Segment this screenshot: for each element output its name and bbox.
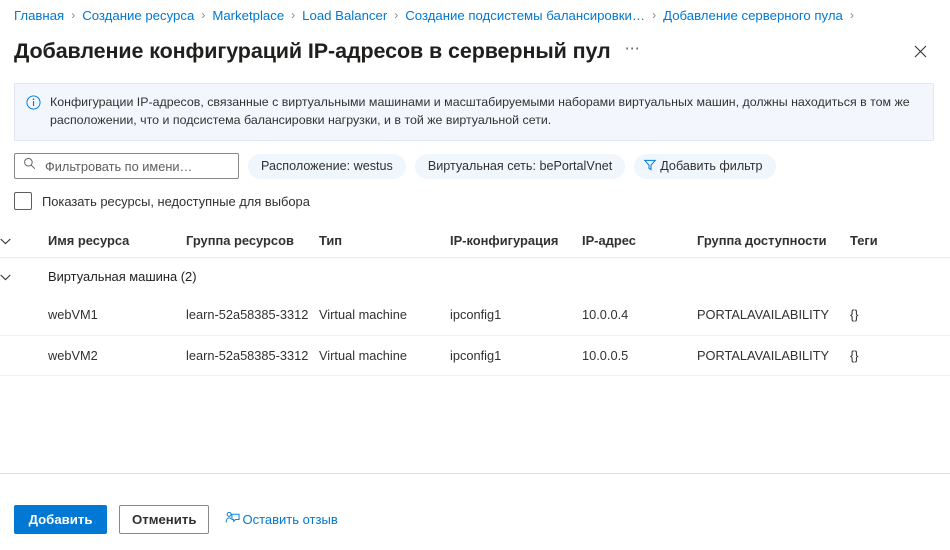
filter-icon bbox=[643, 158, 660, 175]
breadcrumb-separator-icon: › bbox=[291, 8, 296, 22]
group-expand-toggle[interactable] bbox=[0, 258, 48, 296]
search-input[interactable] bbox=[43, 157, 232, 175]
group-label: Виртуальная машина (2) bbox=[48, 269, 197, 284]
resources-table-area: Имя ресурса Группа ресурсов Тип IP-конфи… bbox=[0, 227, 950, 473]
column-header-tags[interactable]: Теги bbox=[850, 227, 950, 258]
row-resource-name: webVM2 bbox=[48, 335, 186, 376]
table-group-row[interactable]: Виртуальная машина (2) bbox=[0, 258, 950, 296]
give-feedback-label: Оставить отзыв bbox=[242, 512, 338, 527]
breadcrumb-item-create-load-balancer[interactable]: Создание подсистемы балансировки… bbox=[405, 7, 645, 24]
info-circle-icon bbox=[26, 94, 41, 129]
row-resource-name: webVM1 bbox=[48, 295, 186, 336]
give-feedback-link[interactable]: Оставить отзыв bbox=[225, 511, 338, 529]
filter-pill-virtual-network[interactable]: Виртуальная сеть: bePortalVnet bbox=[414, 153, 626, 179]
row-ip-address: 10.0.0.4 bbox=[582, 295, 697, 336]
row-availability-set: PORTALAVAILABILITY bbox=[697, 335, 850, 376]
feedback-person-icon bbox=[225, 511, 242, 529]
chevron-down-icon bbox=[0, 274, 11, 281]
breadcrumb-item-load-balancer[interactable]: Load Balancer bbox=[302, 7, 387, 24]
column-header-ip-address[interactable]: IP-адрес bbox=[582, 227, 697, 258]
show-unavailable-label: Показать ресурсы, недоступные для выбора bbox=[42, 193, 310, 209]
table-header: Имя ресурса Группа ресурсов Тип IP-конфи… bbox=[0, 227, 950, 258]
breadcrumb-separator-icon: › bbox=[394, 8, 399, 22]
filter-pill-location[interactable]: Расположение: westus bbox=[248, 153, 406, 179]
table-row[interactable]: webVM2 learn-52a58385-3312 Virtual machi… bbox=[0, 335, 950, 376]
row-type: Virtual machine bbox=[319, 335, 450, 376]
row-checkbox-holder bbox=[0, 347, 48, 364]
filter-bar: Расположение: westus Виртуальная сеть: b… bbox=[0, 141, 950, 179]
ellipsis-icon[interactable]: ⋯ bbox=[622, 39, 643, 64]
row-select-cell[interactable] bbox=[0, 295, 48, 336]
breadcrumb-item-add-backend-pool[interactable]: Добавление серверного пула bbox=[663, 7, 843, 24]
show-unavailable-checkbox[interactable] bbox=[14, 192, 32, 210]
blade-add-ip-configurations: Главная › Создание ресурса › Marketplace… bbox=[0, 0, 950, 550]
row-ip-configuration: ipconfig1 bbox=[450, 335, 582, 376]
info-banner-wrapper: Конфигурации IP-адресов, связанные с вир… bbox=[0, 70, 950, 141]
breadcrumb: Главная › Создание ресурса › Marketplace… bbox=[0, 0, 950, 30]
row-tags: {} bbox=[850, 335, 950, 376]
add-filter-button[interactable]: Добавить фильтр bbox=[634, 153, 776, 179]
column-header-availability-set[interactable]: Группа доступности bbox=[697, 227, 850, 258]
chevron-down-icon bbox=[0, 238, 11, 245]
column-header-resource-group[interactable]: Группа ресурсов bbox=[186, 227, 319, 258]
add-button[interactable]: Добавить bbox=[14, 505, 107, 534]
table-row[interactable]: webVM1 learn-52a58385-3312 Virtual machi… bbox=[0, 295, 950, 336]
breadcrumb-item-create-resource[interactable]: Создание ресурса bbox=[82, 7, 194, 24]
filter-pill-virtual-network-label: Виртуальная сеть: bePortalVnet bbox=[427, 159, 613, 173]
blade-footer: Добавить Отменить Оставить отзыв bbox=[0, 473, 950, 550]
row-checkbox-holder bbox=[0, 306, 48, 323]
row-ip-address: 10.0.0.5 bbox=[582, 335, 697, 376]
breadcrumb-item-home[interactable]: Главная bbox=[14, 7, 64, 24]
info-banner: Конфигурации IP-адресов, связанные с вир… bbox=[14, 83, 934, 141]
row-availability-set: PORTALAVAILABILITY bbox=[697, 295, 850, 336]
search-box[interactable] bbox=[14, 153, 239, 179]
breadcrumb-separator-icon: › bbox=[849, 8, 854, 22]
expand-all-toggle[interactable] bbox=[0, 227, 48, 258]
close-icon[interactable] bbox=[906, 37, 934, 65]
row-resource-group: learn-52a58385-3312 bbox=[186, 295, 319, 336]
filter-pill-location-label: Расположение: westus bbox=[261, 159, 393, 173]
breadcrumb-item-marketplace[interactable]: Marketplace bbox=[212, 7, 284, 24]
info-banner-text: Конфигурации IP-адресов, связанные с вир… bbox=[50, 95, 910, 127]
column-header-resource-name[interactable]: Имя ресурса bbox=[48, 227, 186, 258]
table-header-row: Имя ресурса Группа ресурсов Тип IP-конфи… bbox=[0, 227, 950, 258]
blade-title-row: Добавление конфигураций IP-адресов в сер… bbox=[0, 30, 950, 70]
breadcrumb-separator-icon: › bbox=[71, 8, 76, 22]
table-body: Виртуальная машина (2) webVM1 learn-52a5… bbox=[0, 258, 950, 376]
search-icon bbox=[23, 157, 36, 175]
column-header-type[interactable]: Тип bbox=[319, 227, 450, 258]
page-title: Добавление конфигураций IP-адресов в сер… bbox=[14, 39, 611, 63]
row-ip-configuration: ipconfig1 bbox=[450, 295, 582, 336]
row-select-cell[interactable] bbox=[0, 335, 48, 376]
breadcrumb-separator-icon: › bbox=[201, 8, 206, 22]
column-header-ip-configuration[interactable]: IP-конфигурация bbox=[450, 227, 582, 258]
row-tags: {} bbox=[850, 295, 950, 336]
add-filter-label: Добавить фильтр bbox=[660, 159, 763, 173]
show-unavailable-row[interactable]: Показать ресурсы, недоступные для выбора bbox=[0, 179, 950, 210]
resources-table: Имя ресурса Группа ресурсов Тип IP-конфи… bbox=[0, 227, 950, 376]
row-type: Virtual machine bbox=[319, 295, 450, 336]
row-resource-group: learn-52a58385-3312 bbox=[186, 335, 319, 376]
breadcrumb-separator-icon: › bbox=[652, 8, 657, 22]
cancel-button[interactable]: Отменить bbox=[119, 505, 210, 534]
